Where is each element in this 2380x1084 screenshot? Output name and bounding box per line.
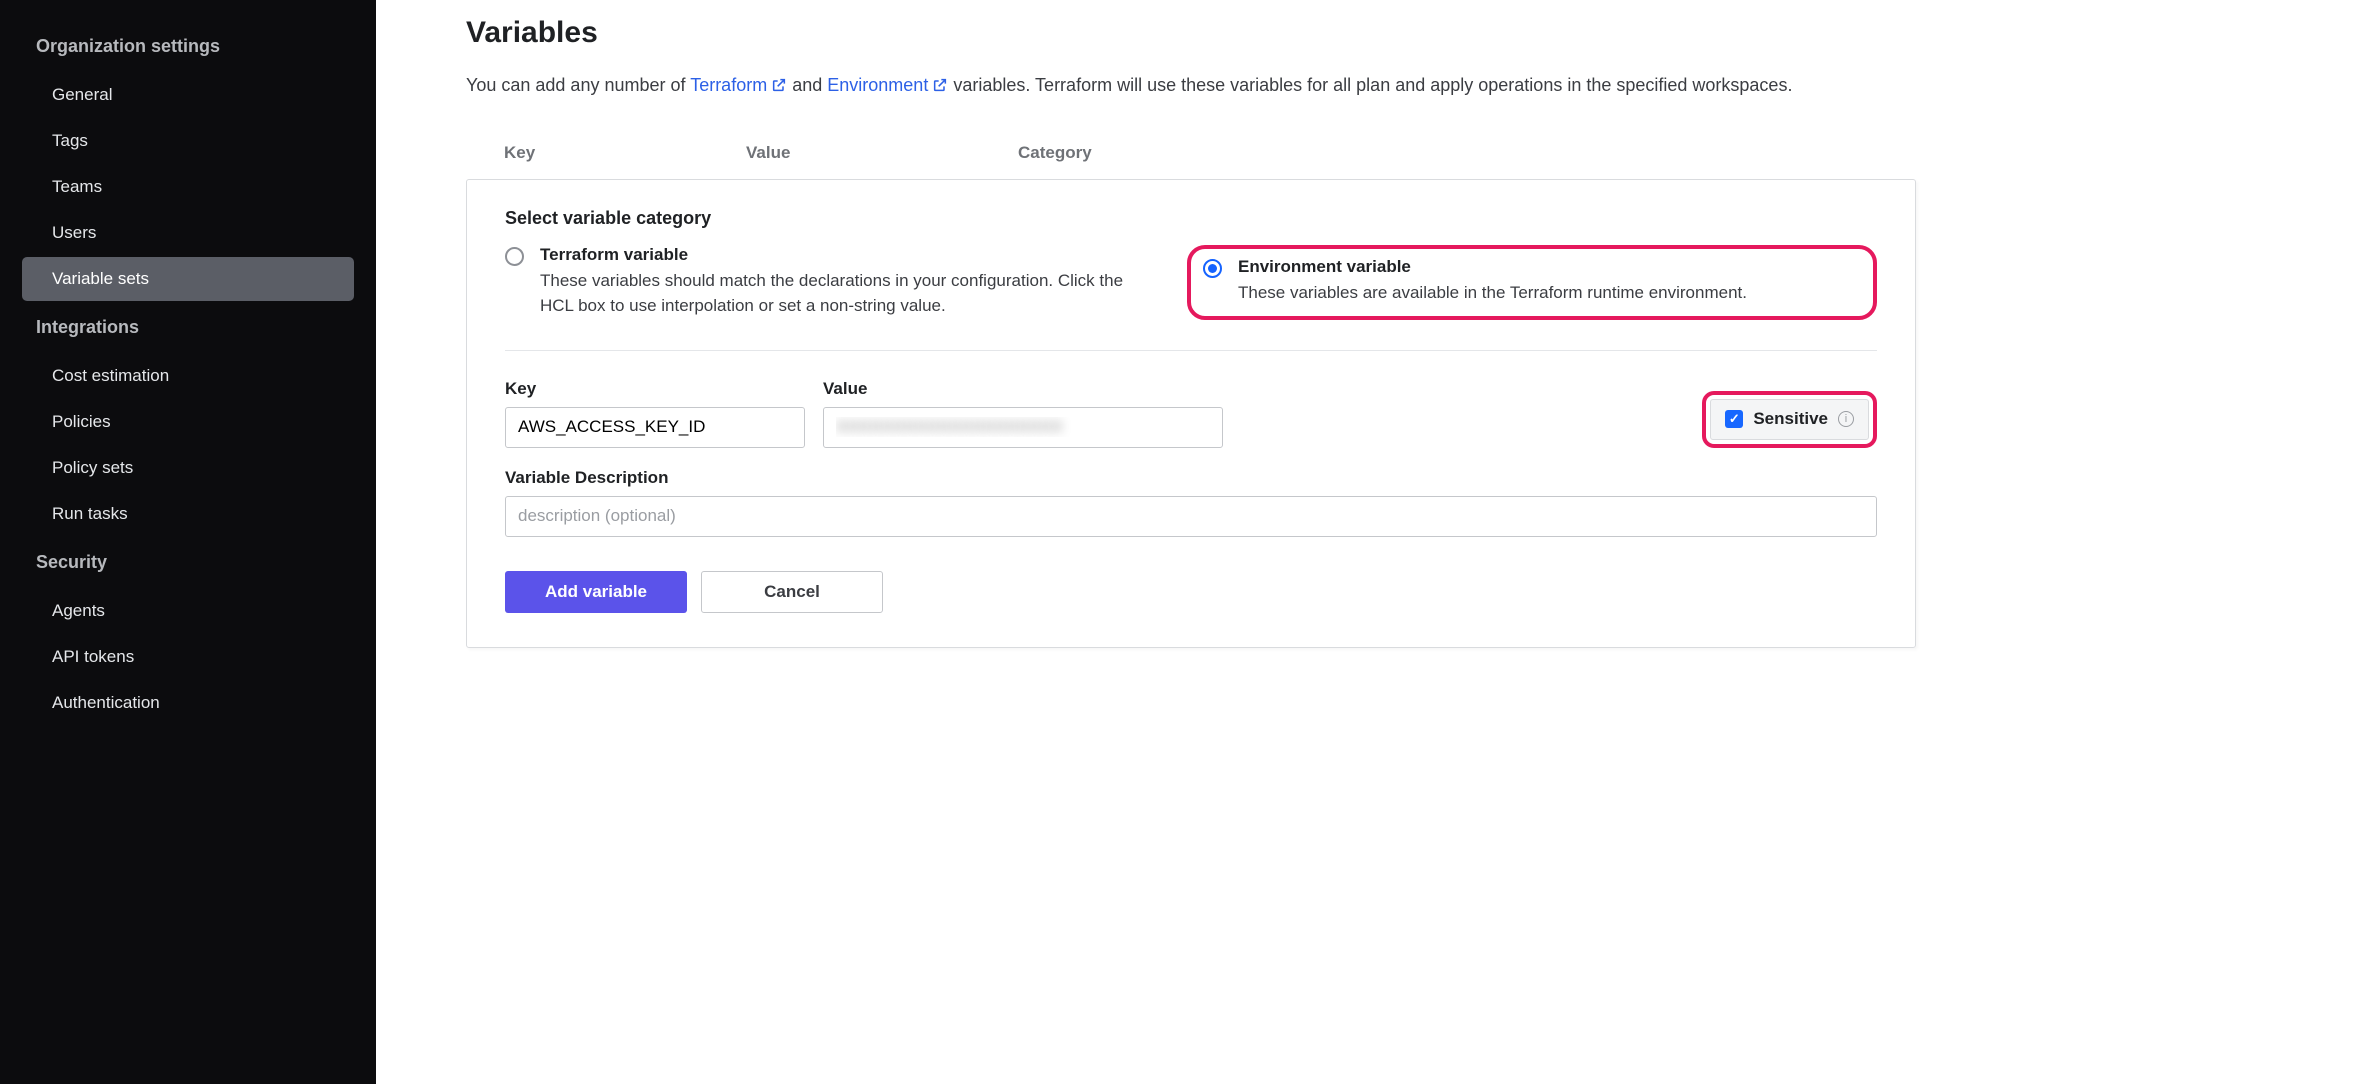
- page-title: Variables: [466, 16, 1916, 50]
- button-row: Add variable Cancel: [505, 571, 1877, 613]
- cancel-button[interactable]: Cancel: [701, 571, 883, 613]
- th-category: Category: [1018, 143, 1878, 163]
- sidebar-item-cost-estimation[interactable]: Cost estimation: [22, 354, 354, 398]
- description-field: Variable Description: [505, 468, 1877, 537]
- intro-part-2: and: [792, 75, 827, 95]
- value-field: Value: [823, 379, 1223, 448]
- key-label: Key: [505, 379, 805, 399]
- info-icon[interactable]: i: [1838, 411, 1854, 427]
- intro-text: You can add any number of Terraform and …: [466, 72, 1916, 101]
- sidebar-item-policy-sets[interactable]: Policy sets: [22, 446, 354, 490]
- sidebar-item-api-tokens[interactable]: API tokens: [22, 635, 354, 679]
- sidebar-item-agents[interactable]: Agents: [22, 589, 354, 633]
- radio-environment-desc: These variables are available in the Ter…: [1238, 281, 1747, 306]
- sidebar-item-policies[interactable]: Policies: [22, 400, 354, 444]
- sidebar-item-authentication[interactable]: Authentication: [22, 681, 354, 725]
- value-input[interactable]: [823, 407, 1223, 448]
- sensitive-label: Sensitive: [1753, 409, 1828, 429]
- sidebar-item-tags[interactable]: Tags: [22, 119, 354, 163]
- sidebar-item-general[interactable]: General: [22, 73, 354, 117]
- checkbox-checked-icon: ✓: [1725, 410, 1743, 428]
- link-terraform[interactable]: Terraform: [690, 75, 787, 95]
- sidebar-item-run-tasks[interactable]: Run tasks: [22, 492, 354, 536]
- sidebar: Organization settings General Tags Teams…: [0, 0, 376, 1084]
- th-key: Key: [504, 143, 746, 163]
- sidebar-section-organization: Organization settings: [14, 22, 362, 71]
- variables-table-header: Key Value Category: [466, 133, 1916, 179]
- highlight-environment-variable: Environment variable These variables are…: [1187, 245, 1877, 320]
- sidebar-item-variable-sets[interactable]: Variable sets: [22, 257, 354, 301]
- add-variable-button[interactable]: Add variable: [505, 571, 687, 613]
- external-link-icon: [771, 74, 787, 101]
- link-terraform-label: Terraform: [690, 75, 767, 95]
- description-label: Variable Description: [505, 468, 1877, 488]
- add-variable-card: Select variable category Terraform varia…: [466, 179, 1916, 648]
- link-environment-label: Environment: [827, 75, 928, 95]
- radio-terraform-desc: These variables should match the declara…: [540, 269, 1159, 318]
- external-link-icon: [932, 74, 948, 101]
- th-value: Value: [746, 143, 1018, 163]
- sidebar-item-users[interactable]: Users: [22, 211, 354, 255]
- key-input[interactable]: [505, 407, 805, 448]
- category-radios: Terraform variable These variables shoul…: [505, 245, 1877, 351]
- link-environment[interactable]: Environment: [827, 75, 948, 95]
- key-value-row: Key Value ✓ Sensitive i: [505, 379, 1877, 448]
- radio-environment-title: Environment variable: [1238, 257, 1747, 277]
- radio-icon: [505, 247, 524, 266]
- radio-icon-selected: [1203, 259, 1222, 278]
- sensitive-toggle[interactable]: ✓ Sensitive i: [1710, 399, 1869, 440]
- radio-environment-variable[interactable]: Environment variable These variables are…: [1203, 257, 1857, 306]
- intro-part-1: You can add any number of: [466, 75, 690, 95]
- radio-terraform-title: Terraform variable: [540, 245, 1159, 265]
- sidebar-section-security: Security: [14, 538, 362, 587]
- value-label: Value: [823, 379, 1223, 399]
- description-input[interactable]: [505, 496, 1877, 537]
- radio-terraform-variable[interactable]: Terraform variable These variables shoul…: [505, 245, 1159, 320]
- sidebar-section-integrations: Integrations: [14, 303, 362, 352]
- main-content: Variables You can add any number of Terr…: [376, 0, 1976, 1084]
- select-category-label: Select variable category: [505, 208, 1877, 229]
- intro-part-3: variables. Terraform will use these vari…: [953, 75, 1792, 95]
- sidebar-item-teams[interactable]: Teams: [22, 165, 354, 209]
- highlight-sensitive: ✓ Sensitive i: [1702, 391, 1877, 448]
- sensitive-wrap: ✓ Sensitive i: [1702, 391, 1877, 448]
- key-field: Key: [505, 379, 805, 448]
